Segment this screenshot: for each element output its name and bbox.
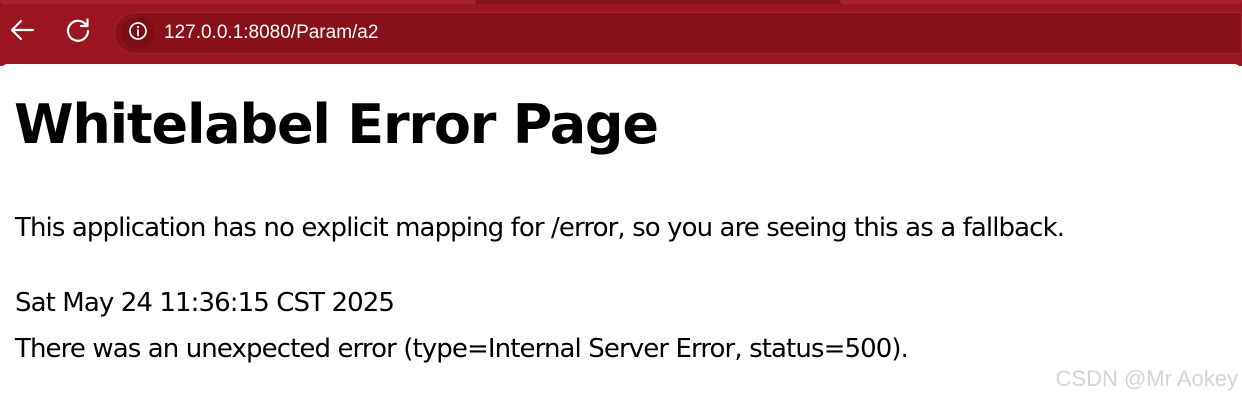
- back-button[interactable]: [4, 14, 40, 50]
- site-info-button[interactable]: [122, 17, 154, 49]
- watermark: CSDN @Mr Aokey: [1055, 366, 1238, 391]
- error-timestamp: Sat May 24 11:36:15 CST 2025: [15, 288, 395, 318]
- url-text[interactable]: 127.0.0.1:8080/Param/a2: [164, 22, 378, 44]
- info-icon: [128, 21, 148, 45]
- back-arrow-icon: [8, 16, 36, 48]
- browser-toolbar: 127.0.0.1:8080/Param/a2: [0, 0, 1242, 66]
- reload-icon: [64, 16, 92, 48]
- address-bar[interactable]: 127.0.0.1:8080/Param/a2: [114, 12, 1242, 54]
- error-detail: There was an unexpected error (type=Inte…: [15, 334, 909, 364]
- tab-strip: [0, 0, 1242, 4]
- page-content: Whitelabel Error Page This application h…: [0, 64, 1242, 400]
- fallback-message: This application has no explicit mapping…: [15, 213, 1065, 243]
- tab-edge-right[interactable]: [840, 0, 1242, 4]
- tab-edge-left[interactable]: [0, 0, 476, 4]
- page-title: Whitelabel Error Page: [14, 93, 659, 156]
- reload-button[interactable]: [60, 14, 96, 50]
